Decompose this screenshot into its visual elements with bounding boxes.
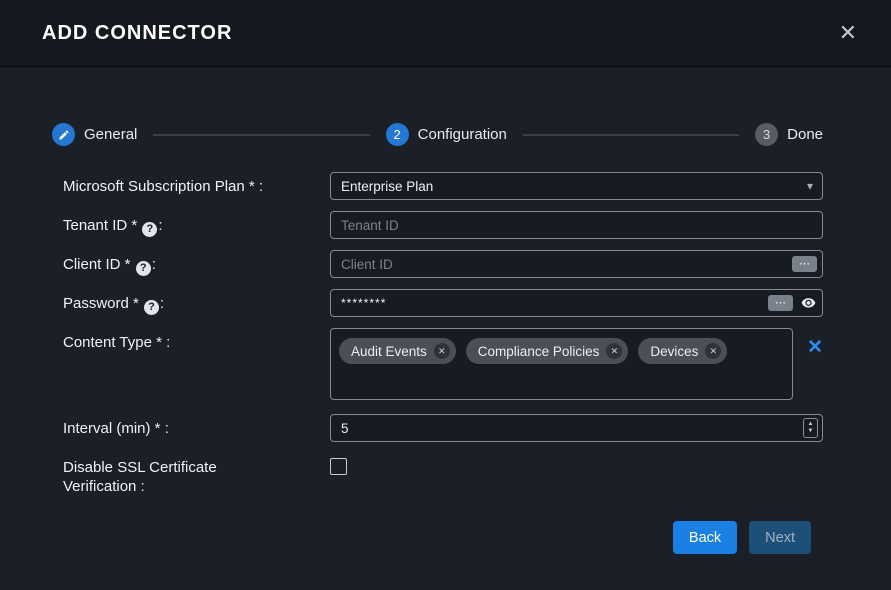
step-configuration-circle: 2 — [386, 123, 409, 146]
password-input[interactable] — [330, 289, 823, 317]
next-button[interactable]: Next — [749, 521, 811, 554]
step-done[interactable]: 3 Done — [755, 123, 823, 146]
step-configuration-label: Configuration — [418, 126, 507, 143]
content-type-label: Content Type * : — [63, 328, 330, 352]
content-type-chip: Compliance Policies ✕ — [466, 338, 629, 364]
subscription-plan-row: Microsoft Subscription Plan * : Enterpri… — [63, 172, 823, 200]
close-icon[interactable]: ✕ — [835, 18, 861, 48]
client-id-input[interactable] — [330, 250, 823, 278]
content-type-chip: Audit Events ✕ — [339, 338, 456, 364]
interval-input[interactable] — [330, 414, 823, 442]
caret-up-icon: ▲ — [808, 421, 814, 428]
step-general-label: General — [84, 126, 137, 143]
show-password-icon[interactable] — [800, 295, 817, 310]
step-configuration[interactable]: 2 Configuration — [386, 123, 507, 146]
configuration-form: Microsoft Subscription Plan * : Enterpri… — [63, 172, 823, 496]
caret-down-icon: ▼ — [808, 428, 814, 435]
interval-stepper[interactable]: ▲ ▼ — [803, 418, 818, 438]
remove-chip-icon[interactable]: ✕ — [705, 343, 721, 359]
password-label: Password * ?: — [63, 289, 330, 315]
help-icon[interactable]: ? — [136, 261, 151, 276]
interval-row: Interval (min) * : ▲ ▼ — [63, 414, 823, 442]
password-more-button[interactable]: ⋯ — [768, 295, 793, 311]
help-icon[interactable]: ? — [142, 222, 157, 237]
back-button[interactable]: Back — [673, 521, 737, 554]
content-type-multiselect[interactable]: Audit Events ✕ Compliance Policies ✕ Dev… — [330, 328, 793, 400]
subscription-plan-label: Microsoft Subscription Plan * : — [63, 172, 330, 196]
password-row: Password * ?: ⋯ — [63, 289, 823, 317]
help-icon[interactable]: ? — [144, 300, 159, 315]
subscription-plan-value: Enterprise Plan — [341, 179, 433, 194]
ssl-label: Disable SSL Certificate Verification : — [63, 453, 330, 496]
stepper: General 2 Configuration 3 Done — [52, 123, 823, 146]
client-id-row: Client ID * ?: ⋯ — [63, 250, 823, 278]
remove-chip-icon[interactable]: ✕ — [606, 343, 622, 359]
tenant-id-input[interactable] — [330, 211, 823, 239]
client-id-more-button[interactable]: ⋯ — [792, 256, 817, 272]
step-connector — [523, 134, 739, 136]
step-connector — [153, 134, 369, 136]
tenant-id-label: Tenant ID * ?: — [63, 211, 330, 237]
add-connector-dialog: ADD CONNECTOR ✕ General 2 Configuration … — [0, 0, 891, 554]
page-title: ADD CONNECTOR — [42, 22, 232, 45]
subscription-plan-select[interactable]: Enterprise Plan — [330, 172, 823, 200]
step-general[interactable]: General — [52, 123, 137, 146]
ssl-row: Disable SSL Certificate Verification : — [63, 453, 823, 496]
client-id-label: Client ID * ?: — [63, 250, 330, 276]
content-type-row: Content Type * : Audit Events ✕ Complian… — [63, 328, 823, 400]
dialog-header: ADD CONNECTOR ✕ — [0, 0, 891, 67]
dialog-footer: Back Next — [0, 521, 811, 554]
clear-content-type-icon[interactable]: ✕ — [807, 338, 823, 357]
edit-icon — [58, 129, 70, 141]
interval-label: Interval (min) * : — [63, 414, 330, 438]
step-done-circle: 3 — [755, 123, 778, 146]
content-type-chip: Devices ✕ — [638, 338, 727, 364]
ssl-checkbox[interactable] — [330, 458, 347, 475]
tenant-id-row: Tenant ID * ?: — [63, 211, 823, 239]
step-general-circle — [52, 123, 75, 146]
remove-chip-icon[interactable]: ✕ — [434, 343, 450, 359]
step-done-label: Done — [787, 126, 823, 143]
